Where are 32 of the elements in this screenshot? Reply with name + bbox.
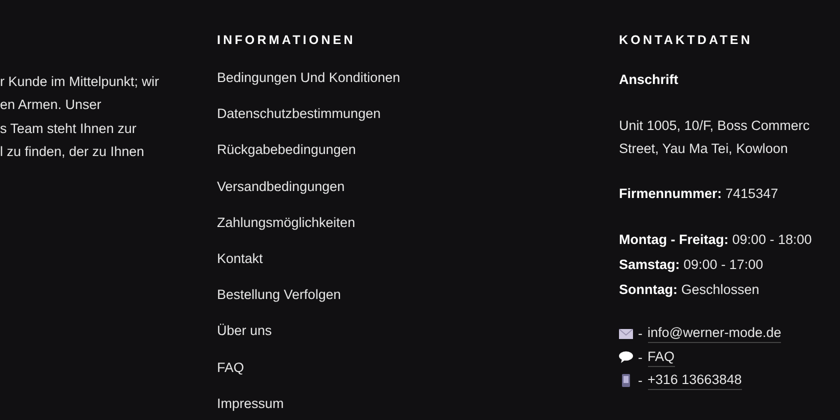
footer-link[interactable]: Bedingungen Und Konditionen — [217, 68, 400, 88]
address-text: Street, Yau Ma Tei, Kowloon — [619, 140, 788, 158]
footer-link[interactable]: FAQ — [217, 358, 244, 378]
section-heading: KONTAKTDATEN — [619, 32, 753, 48]
opening-hours: Sonntag: Geschlossen — [619, 281, 760, 299]
speech-bubble-icon — [619, 351, 633, 364]
footer-link[interactable]: Rückgabebedingungen — [217, 140, 356, 160]
footer-link[interactable]: Kontakt — [217, 248, 263, 269]
section-heading: INFORMATIONEN — [217, 32, 356, 48]
footer-link[interactable]: Impressum — [217, 394, 284, 414]
text-line: s Team steht Ihnen zur — [0, 120, 138, 138]
separator-text: - — [638, 348, 642, 366]
footer-link[interactable]: Über uns — [217, 321, 272, 342]
envelope-icon — [619, 328, 633, 339]
footer-link[interactable]: Zahlungsmöglichkeiten — [217, 212, 356, 233]
footer-link[interactable]: Versandbedingungen — [217, 176, 345, 197]
opening-hours: Samstag: 09:00 - 17:00 — [619, 256, 764, 274]
text-line: r Kunde im Mittelpunkt; wir — [0, 73, 160, 91]
address-label: Anschrift — [619, 71, 678, 89]
opening-hours: Montag - Freitag: 09:00 - 18:00 — [619, 231, 812, 249]
separator-text: - — [638, 325, 642, 343]
phone-icon — [619, 374, 633, 388]
text-line: l zu finden, der zu Ihnen — [0, 142, 146, 161]
contact-link[interactable]: FAQ — [648, 348, 675, 367]
contact-link[interactable]: +316 13663848 — [648, 371, 742, 390]
address-text: Unit 1005, 10/F, Boss Commerc — [619, 117, 810, 135]
separator-text: - — [638, 372, 642, 390]
footer-link[interactable]: Datenschutzbestimmungen — [217, 104, 381, 124]
company-number: Firmennummer: 7415347 — [619, 185, 778, 203]
contact-link[interactable]: info@werner-mode.de — [648, 324, 782, 344]
footer-link[interactable]: Bestellung Verfolgen — [217, 285, 341, 306]
text-line: en Armen. Unser — [0, 96, 102, 114]
